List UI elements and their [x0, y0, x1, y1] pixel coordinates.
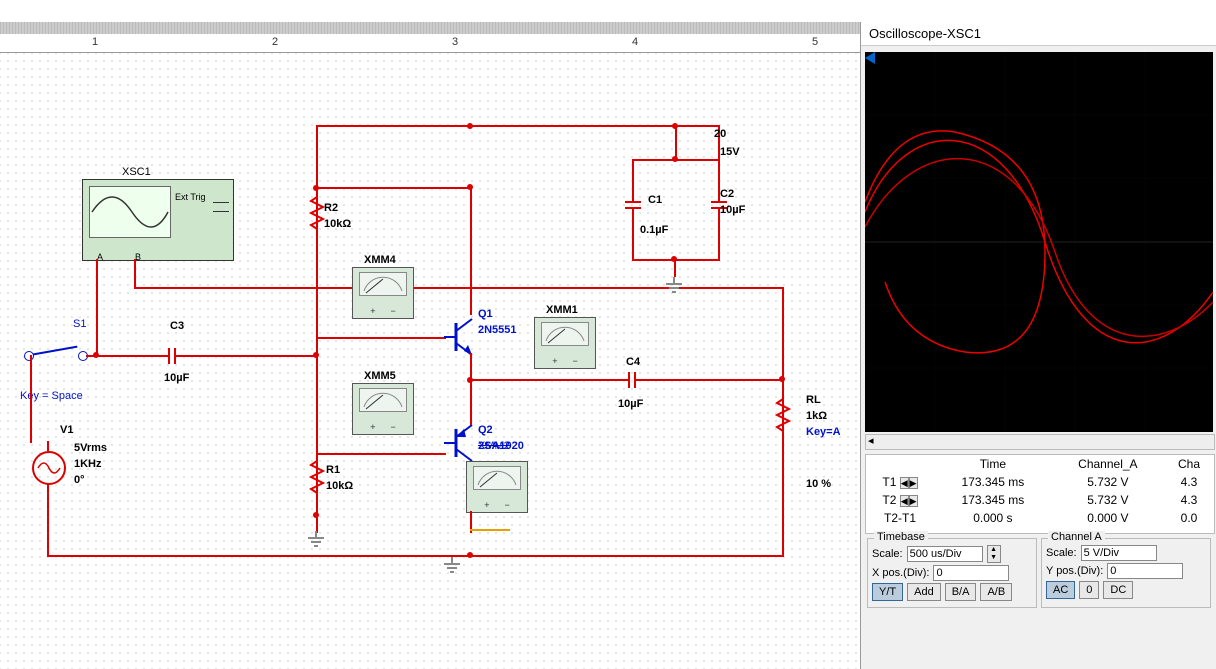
- xmm4-name: XMM4: [364, 253, 396, 267]
- cha-dc-button[interactable]: DC: [1103, 581, 1133, 599]
- q1-model: 2N5551: [478, 323, 517, 337]
- resistor-r2[interactable]: [309, 193, 325, 233]
- switch-name: S1: [73, 317, 86, 331]
- rl-pct: 10 %: [806, 477, 831, 491]
- cha-ac-button[interactable]: AC: [1046, 581, 1075, 599]
- r2-val: 10kΩ: [324, 217, 351, 231]
- multimeter-xmm2[interactable]: + −: [466, 461, 528, 513]
- multimeter-xmm1[interactable]: + −: [534, 317, 596, 369]
- t1-time: 173.345 ms: [934, 473, 1052, 491]
- multimeter-xmm5[interactable]: + −: [352, 383, 414, 435]
- timebase-title: Timebase: [874, 531, 928, 543]
- voltage-source-v1[interactable]: [32, 451, 66, 485]
- ruler-mark: 3: [452, 36, 458, 48]
- rl-name: RL: [806, 393, 821, 407]
- xmm1-name: XMM1: [546, 303, 578, 317]
- v1-phase: 0°: [74, 473, 85, 487]
- t2-right-button[interactable]: ▶: [909, 495, 918, 507]
- t1-chb: 4.3: [1164, 473, 1214, 491]
- v1-amp: 5Vrms: [74, 441, 107, 455]
- capacitor-c4[interactable]: [620, 372, 644, 388]
- t2-chb: 4.3: [1164, 491, 1214, 509]
- transistor-q1-npn[interactable]: [444, 311, 480, 355]
- ab-button[interactable]: A/B: [980, 583, 1012, 601]
- rl-key: Key=A: [806, 425, 841, 439]
- resistor-rl[interactable]: [775, 395, 791, 435]
- ruler-mark: 1: [92, 36, 98, 48]
- oscilloscope-panel: Oscilloscope-XSC1 ◂ Time Channel: [860, 22, 1216, 669]
- cha-ypos-input[interactable]: [1107, 563, 1183, 579]
- cha-ypos-label: Y pos.(Div):: [1046, 565, 1103, 577]
- yt-button[interactable]: Y/T: [872, 583, 903, 601]
- t1-label: T1: [882, 475, 896, 489]
- xmm5-name: XMM5: [364, 369, 396, 383]
- dt-time: 0.000 s: [934, 509, 1052, 527]
- c2-name: C2: [720, 187, 734, 201]
- ext-trig-label: Ext Trig: [175, 190, 206, 204]
- c4-name: C4: [626, 355, 640, 369]
- t2-left-button[interactable]: ◀: [900, 495, 909, 507]
- ground-icon: [664, 277, 684, 295]
- timebase-xpos-input[interactable]: [933, 565, 1009, 581]
- c1-val: 0.1µF: [640, 223, 668, 237]
- v1-name: V1: [60, 423, 73, 437]
- ground-icon: [306, 531, 326, 549]
- timebase-scale-label: Scale:: [872, 548, 903, 560]
- r1-name: R1: [326, 463, 340, 477]
- timebase-scale-spinner[interactable]: ▲▼: [987, 545, 1001, 563]
- ruler-mark: 5: [812, 36, 818, 48]
- c4-val: 10µF: [618, 397, 643, 411]
- oscilloscope-title: Oscilloscope-XSC1: [861, 22, 1216, 46]
- add-button[interactable]: Add: [907, 583, 941, 601]
- switch-s1[interactable]: [30, 346, 78, 356]
- c2-val: 10µF: [720, 203, 745, 217]
- oscilloscope-display[interactable]: [865, 52, 1213, 432]
- r1-val: 10kΩ: [326, 479, 353, 493]
- cha-scale-label: Scale:: [1046, 547, 1077, 559]
- hdr-chb: Cha: [1164, 455, 1214, 473]
- resistor-r1[interactable]: [309, 457, 325, 497]
- c3-val: 10µF: [164, 371, 189, 385]
- timebase-xpos-label: X pos.(Div):: [872, 567, 929, 579]
- t1-right-button[interactable]: ▶: [909, 477, 918, 489]
- ground-icon: [442, 557, 462, 575]
- c1-name: C1: [648, 193, 662, 207]
- r2-name: R2: [324, 201, 338, 215]
- capacitor-c3[interactable]: [160, 348, 184, 364]
- scope-name: XSC1: [122, 165, 151, 179]
- rl-val: 1kΩ: [806, 409, 827, 423]
- q1-name: Q1: [478, 307, 493, 321]
- cursor-readout: Time Channel_A Cha T1 ◀▶ 173.345 ms 5.73…: [865, 454, 1215, 534]
- ruler-mark: 2: [272, 36, 278, 48]
- t1-left-button[interactable]: ◀: [900, 477, 909, 489]
- t2-cha: 5.732 V: [1052, 491, 1164, 509]
- schematic-canvas[interactable]: XSC1 Ext Trig A B S1 Key = Space V1 5Vrm…: [0, 53, 860, 669]
- cha-zero-button[interactable]: 0: [1079, 581, 1099, 599]
- scrollbar-horizontal[interactable]: ◂: [865, 434, 1215, 450]
- hdr-time: Time: [934, 455, 1052, 473]
- ruler: 1 2 3 4 5: [0, 22, 860, 53]
- supply-node: 20: [714, 127, 726, 141]
- capacitor-c1[interactable]: [625, 193, 641, 217]
- cha-title: Channel A: [1048, 531, 1105, 543]
- scope-instrument[interactable]: Ext Trig A B: [82, 179, 234, 261]
- c3-name: C3: [170, 319, 184, 333]
- ba-button[interactable]: B/A: [945, 583, 977, 601]
- q2-model: 2SA1020: [478, 439, 524, 453]
- dt-chb: 0.0: [1164, 509, 1214, 527]
- cha-scale-input[interactable]: [1081, 545, 1157, 561]
- dt-label: T2-T1: [866, 509, 934, 527]
- t2-time: 173.345 ms: [934, 491, 1052, 509]
- ruler-mark: 4: [632, 36, 638, 48]
- dt-cha: 0.000 V: [1052, 509, 1164, 527]
- t1-cha: 5.732 V: [1052, 473, 1164, 491]
- q2-name: Q2: [478, 423, 493, 437]
- supply-val: 15V: [720, 145, 740, 159]
- t2-label: T2: [882, 493, 896, 507]
- timebase-scale-input[interactable]: [907, 546, 983, 562]
- v1-freq: 1KHz: [74, 457, 102, 471]
- hdr-cha: Channel_A: [1052, 455, 1164, 473]
- multimeter-xmm4[interactable]: + −: [352, 267, 414, 319]
